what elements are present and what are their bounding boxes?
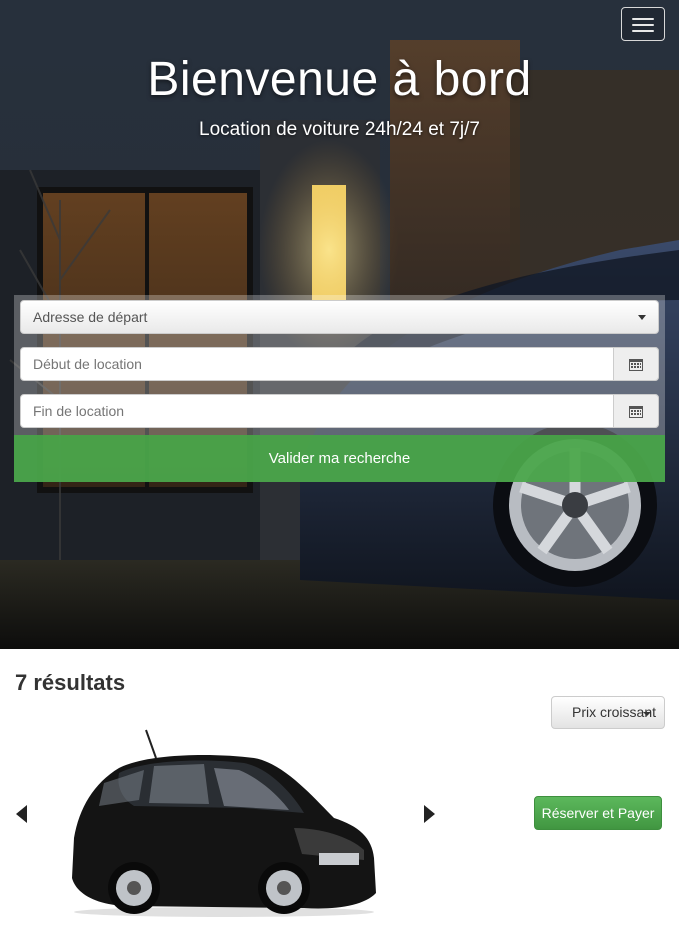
carousel-prev-icon[interactable] [16,805,27,823]
end-date-input[interactable] [33,395,602,427]
calendar-icon [629,359,643,371]
hamburger-icon [632,30,654,32]
hamburger-icon [632,18,654,20]
departure-select-value: Adresse de départ [33,309,148,325]
validate-search-button[interactable]: Valider ma recherche [14,435,665,482]
results-count-number: 7 [15,670,28,695]
carousel-next-icon[interactable] [424,805,435,823]
end-date-calendar-button[interactable] [613,394,659,428]
caret-down-icon [643,712,651,716]
menu-toggle-button[interactable] [621,7,665,41]
calendar-icon [629,406,643,418]
hero-banner: Bienvenue à bord Location de voiture 24h… [0,0,679,649]
book-and-pay-button[interactable]: Réserver et Payer [534,796,662,830]
hero-title: Bienvenue à bord [147,53,532,106]
hero-subtitle: Location de voiture 24h/24 et 7j/7 [199,119,480,140]
results-count: 7 résultats [15,670,125,696]
sort-dropdown-button[interactable]: Prix croissant [551,696,665,729]
caret-down-icon [638,315,646,320]
search-form: Adresse de départ Début de location Fin … [14,295,665,482]
start-date-input[interactable] [33,348,602,380]
hamburger-icon [632,24,654,26]
start-date-field [20,347,659,381]
results-count-label: résultats [33,670,126,695]
end-date-field [20,394,659,428]
departure-select[interactable]: Adresse de départ [20,300,659,334]
car-image [72,729,376,917]
start-date-calendar-button[interactable] [613,347,659,381]
